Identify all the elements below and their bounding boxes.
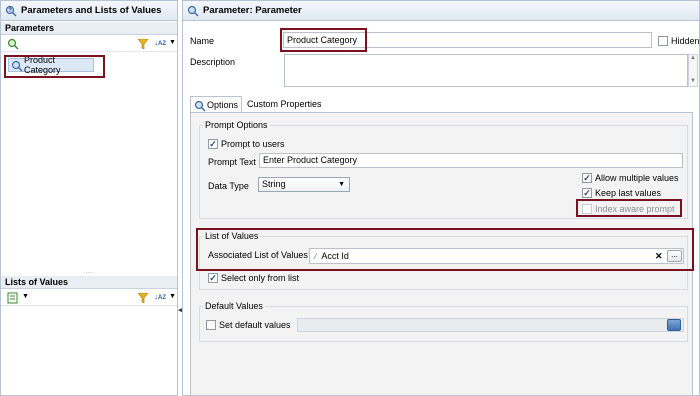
highlight-list-of-values	[196, 228, 694, 271]
set-default-checkbox[interactable]	[206, 320, 216, 330]
parameter-icon: ?	[5, 5, 17, 17]
lov-filter-icon[interactable]	[137, 292, 149, 304]
description-textarea[interactable]	[284, 54, 688, 87]
svg-text:?: ?	[8, 8, 12, 14]
prompt-options-title: Prompt Options	[203, 120, 270, 130]
scroll-down-icon[interactable]: ▼	[690, 78, 696, 84]
right-panel-titlebar: Parameter: Parameter	[183, 1, 699, 21]
filter-icon[interactable]	[137, 38, 149, 50]
parameters-header-label: Parameters	[5, 23, 55, 33]
allow-multiple-checkbox[interactable]: ✓	[582, 173, 592, 183]
prompt-text-input[interactable]: Enter Product Category	[259, 153, 683, 168]
keep-last-checkbox[interactable]: ✓	[582, 188, 592, 198]
default-values-picker-icon[interactable]	[667, 319, 681, 331]
lov-toolbar: ▼ ↓AZ ▼	[1, 290, 177, 306]
default-values-input	[297, 318, 684, 332]
tab-options-label: Options	[207, 99, 239, 110]
highlight-index-aware	[576, 199, 682, 217]
lov-header-label: Lists of Values	[5, 277, 69, 287]
lov-header: Lists of Values	[1, 276, 177, 289]
options-tab-icon	[194, 100, 206, 111]
description-scrollbar[interactable]: ▲ ▼	[688, 54, 698, 87]
prompt-to-users-checkbox[interactable]: ✓	[208, 139, 218, 149]
allow-multiple-label: Allow multiple values	[595, 173, 679, 183]
tab-custom-properties[interactable]: Custom Properties	[243, 97, 326, 112]
left-panel-titlebar: ? Parameters and Lists of Values	[1, 1, 177, 21]
new-parameter-icon[interactable]	[7, 38, 19, 50]
default-values-title: Default Values	[203, 301, 265, 311]
parameters-toolbar: ↓AZ ▼	[1, 36, 177, 52]
prompt-text-label: Prompt Text	[208, 157, 256, 167]
set-default-label: Set default values	[219, 320, 291, 330]
keep-last-label: Keep last values	[595, 188, 662, 198]
prompt-to-users-label: Prompt to users	[221, 139, 285, 149]
lov-dropdown-icon[interactable]: ▼	[22, 293, 29, 300]
left-panel-title: Parameters and Lists of Values	[21, 5, 162, 16]
tab-options[interactable]: Options	[190, 96, 242, 112]
parameter-editor-icon	[187, 5, 199, 17]
left-panel: ? Parameters and Lists of Values Paramet…	[0, 0, 178, 396]
highlight-name	[280, 28, 367, 52]
tab-custom-properties-label: Custom Properties	[247, 99, 322, 109]
data-type-label: Data Type	[208, 181, 249, 191]
hidden-checkbox[interactable]	[658, 36, 668, 46]
select-only-label: Select only from list	[221, 273, 300, 283]
data-type-select[interactable]: String ▼	[258, 177, 350, 192]
data-type-dropdown-icon: ▼	[338, 181, 345, 188]
select-only-checkbox[interactable]: ✓	[208, 273, 218, 283]
lov-toolbar-dropdown-icon[interactable]: ▼	[169, 293, 176, 300]
right-panel-title: Parameter: Parameter	[203, 5, 302, 16]
hidden-label: Hidden	[671, 36, 700, 46]
data-type-value: String	[262, 179, 286, 189]
scroll-up-icon[interactable]: ▲	[690, 55, 696, 61]
lov-sort-icon[interactable]: ↓AZ	[154, 292, 166, 304]
highlight-parameter-item	[4, 55, 105, 78]
sort-icon[interactable]: ↓AZ	[154, 38, 166, 50]
description-label: Description	[190, 57, 236, 67]
parameters-header: Parameters	[1, 22, 177, 35]
prompt-text-value: Enter Product Category	[263, 155, 358, 165]
new-lov-icon[interactable]	[7, 292, 19, 304]
name-label: Name	[190, 36, 215, 46]
toolbar-dropdown-icon[interactable]: ▼	[169, 39, 176, 46]
splitter-handle[interactable]: ....	[1, 269, 177, 275]
